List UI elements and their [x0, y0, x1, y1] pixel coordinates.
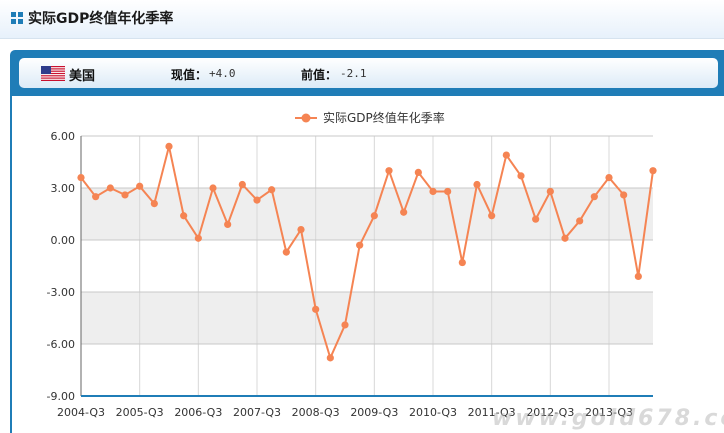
previous-value-label: 前值： — [301, 68, 338, 82]
legend-marker — [301, 113, 311, 123]
data-point — [532, 215, 540, 223]
data-point — [312, 305, 320, 313]
y-tick-label: -6.00 — [47, 338, 75, 351]
data-point — [282, 248, 290, 256]
x-tick-label: 2005-Q3 — [116, 406, 164, 419]
current-value: +4.0 — [209, 67, 236, 80]
data-point — [458, 258, 466, 267]
data-point — [180, 212, 188, 220]
data-point — [385, 167, 393, 175]
y-tick-label: 3.00 — [51, 182, 76, 195]
data-point — [341, 321, 349, 329]
data-point — [150, 200, 158, 208]
data-point — [590, 193, 598, 201]
page-header: 实际GDP终值年化季率 — [0, 0, 724, 39]
data-point — [356, 241, 364, 249]
data-point — [238, 180, 246, 189]
indicator-info-bar: 美国 现值： +4.0 前值： -2.1 — [19, 58, 718, 88]
y-tick-label: 6.00 — [51, 130, 76, 143]
data-point — [414, 168, 422, 176]
data-point — [121, 191, 129, 199]
data-point — [268, 186, 276, 194]
data-point — [194, 234, 202, 242]
data-point — [77, 174, 85, 182]
site-watermark: www.gold678.com — [492, 406, 724, 431]
data-point — [561, 234, 569, 242]
data-point — [224, 220, 232, 228]
data-point — [326, 354, 334, 362]
x-tick-label: 2009-Q3 — [350, 406, 398, 419]
data-point — [517, 172, 525, 180]
data-point — [106, 184, 114, 192]
grid-icon — [11, 12, 23, 24]
data-point — [444, 187, 452, 196]
page-title: 实际GDP终值年化季率 — [28, 11, 174, 27]
data-point — [488, 212, 496, 220]
data-point — [576, 217, 584, 225]
data-point — [92, 193, 100, 201]
data-point — [400, 208, 408, 216]
data-point — [297, 226, 305, 234]
data-point — [209, 184, 217, 192]
data-point — [620, 191, 628, 199]
data-point — [634, 272, 642, 280]
y-tick-label: -9.00 — [47, 390, 75, 403]
data-point — [429, 187, 437, 196]
country-name: 美国 — [69, 69, 96, 84]
data-point — [502, 151, 510, 159]
previous-value: -2.1 — [340, 67, 367, 80]
data-point — [546, 187, 554, 196]
data-point — [136, 182, 144, 190]
grid-band — [81, 292, 653, 344]
x-tick-label: 2010-Q3 — [409, 406, 457, 419]
y-tick-label: 0.00 — [51, 234, 76, 247]
x-tick-label: 2006-Q3 — [174, 406, 222, 419]
grid-band — [81, 344, 653, 396]
data-point — [253, 196, 261, 204]
data-point — [165, 142, 173, 150]
x-tick-label: 2008-Q3 — [292, 406, 340, 419]
grid-band — [81, 240, 653, 292]
x-tick-label: 2004-Q3 — [57, 406, 105, 419]
data-point — [370, 212, 378, 220]
chart-area: 6.00 3.00 0.00 -3.00 -6.00 -9.00 2004-Q3 2005-Q… — [12, 96, 724, 433]
data-point — [473, 180, 481, 189]
x-tick-label: 2007-Q3 — [233, 406, 281, 419]
current-value-label: 现值： — [171, 68, 208, 82]
legend-label: 实际GDP终值年化季率 — [323, 110, 445, 125]
gdp-line-chart: 6.00 3.00 0.00 -3.00 -6.00 -9.00 2004-Q3 2005-Q… — [47, 110, 657, 419]
data-point — [605, 174, 613, 182]
data-point — [649, 167, 657, 175]
y-tick-label: -3.00 — [47, 286, 75, 299]
us-flag-icon — [41, 66, 65, 81]
